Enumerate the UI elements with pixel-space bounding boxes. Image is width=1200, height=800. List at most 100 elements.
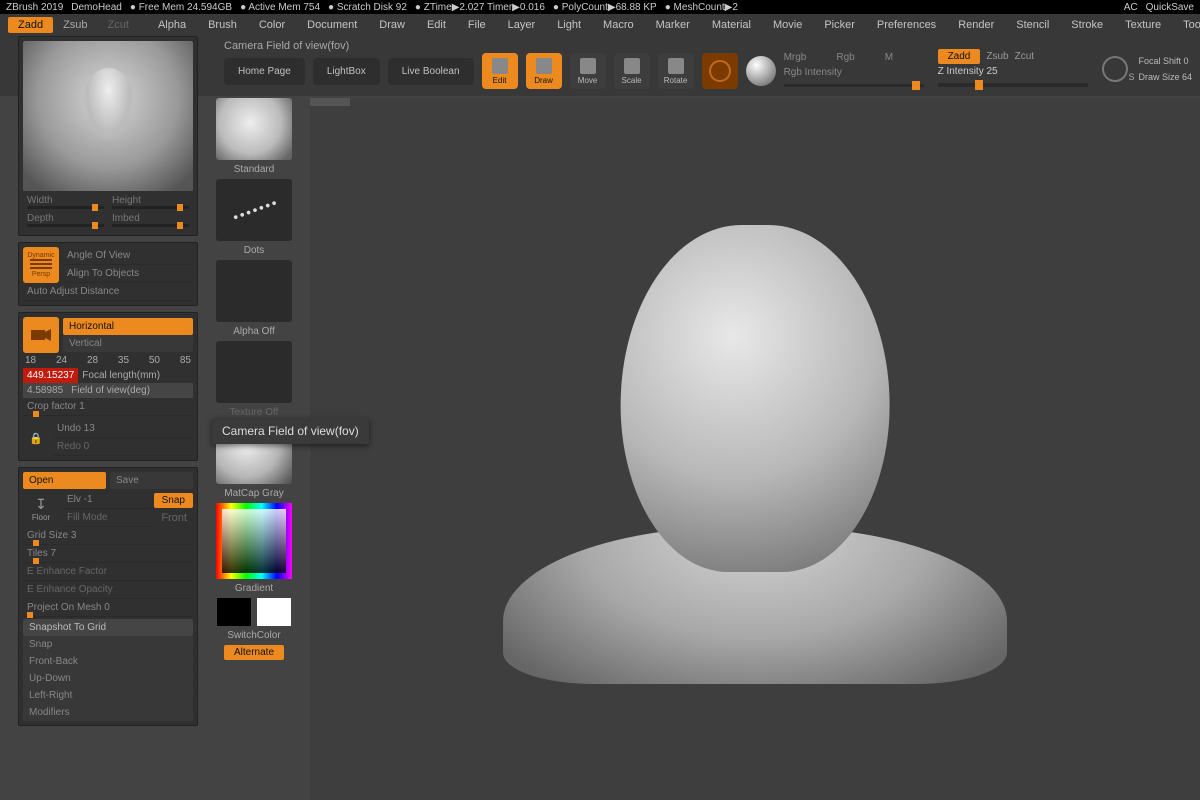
scale-button[interactable]: Scale	[614, 53, 650, 89]
horizontal-button[interactable]: Horizontal	[63, 318, 193, 335]
menu-picker[interactable]: Picker	[815, 16, 864, 34]
floor-button[interactable]: ↧ Floor	[23, 496, 59, 522]
swatch-white[interactable]	[257, 598, 291, 626]
texture-tile[interactable]	[216, 341, 292, 403]
open-button[interactable]: Open	[23, 472, 106, 489]
focal-length-field[interactable]: 449.15237 Focal length(mm)	[23, 368, 193, 383]
up-down-button[interactable]: Up-Down	[23, 670, 193, 687]
menu-preferences[interactable]: Preferences	[868, 16, 945, 34]
menu-marker[interactable]: Marker	[647, 16, 699, 34]
menu-texture[interactable]: Texture	[1116, 16, 1170, 34]
edit-button[interactable]: Edit	[482, 53, 518, 89]
alternate-button[interactable]: Alternate	[224, 645, 284, 660]
gridsize-slider[interactable]: Grid Size 3	[23, 527, 193, 545]
viewport[interactable]	[310, 98, 1200, 800]
rotate-button[interactable]: Rotate	[658, 53, 694, 89]
menu-tool[interactable]: Tool	[1174, 16, 1200, 34]
zsub-toggle[interactable]: Zsub	[986, 51, 1008, 62]
z-intensity-slider[interactable]	[938, 83, 1088, 87]
snapshot-to-grid-button[interactable]: Snapshot To Grid	[23, 619, 193, 636]
focal-24[interactable]: 24	[56, 355, 67, 366]
brush-tile[interactable]	[216, 98, 292, 160]
menu-color[interactable]: Color	[250, 16, 294, 34]
mrgb-button[interactable]: Mrgb	[784, 52, 807, 63]
vertical-button[interactable]: Vertical	[63, 335, 193, 352]
material-ball-icon[interactable]	[746, 56, 776, 86]
liveboolean-button[interactable]: Live Boolean	[388, 58, 474, 85]
elv-slider[interactable]: Elv -1	[63, 491, 150, 509]
imbed-slider[interactable]: Imbed	[112, 213, 189, 227]
snap2-button[interactable]: Snap	[23, 636, 193, 653]
history-bar[interactable]	[310, 98, 350, 106]
menu-stencil[interactable]: Stencil	[1007, 16, 1058, 34]
angle-of-view-slider[interactable]: Angle Of View	[63, 247, 193, 265]
m-button[interactable]: M	[885, 52, 893, 63]
menu-layer[interactable]: Layer	[499, 16, 545, 34]
tiles-slider[interactable]: Tiles 7	[23, 545, 193, 563]
draw-button[interactable]: Draw	[526, 53, 562, 89]
focal-shift-label[interactable]: Focal Shift 0	[1138, 56, 1192, 66]
lock-icon[interactable]: 🔒	[23, 428, 49, 448]
zcut-button[interactable]: Zcut	[98, 17, 139, 33]
menu-light[interactable]: Light	[548, 16, 590, 34]
menu-material[interactable]: Material	[703, 16, 760, 34]
cursor-size-icon[interactable]	[1102, 56, 1128, 82]
left-right-button[interactable]: Left-Right	[23, 687, 193, 704]
rgb-intensity-slider[interactable]	[784, 84, 924, 87]
zadd-toggle[interactable]: Zadd	[938, 49, 981, 64]
menu-alpha[interactable]: Alpha	[149, 16, 195, 34]
fillmode-slider[interactable]: Fill Mode	[63, 509, 151, 527]
focal-35[interactable]: 35	[118, 355, 129, 366]
front-button[interactable]: Front	[155, 510, 193, 526]
focal-50[interactable]: 50	[149, 355, 160, 366]
fov-field[interactable]: 4.58985 Field of view(deg)	[23, 383, 193, 398]
width-slider[interactable]: Width	[27, 195, 104, 209]
color-picker[interactable]	[216, 503, 292, 579]
menu-file[interactable]: File	[459, 16, 495, 34]
lightbox-button[interactable]: LightBox	[313, 58, 380, 85]
menu-edit[interactable]: Edit	[418, 16, 455, 34]
dynamic-persp-button[interactable]: DynamicPersp	[23, 247, 59, 283]
e-enhance-opacity-slider[interactable]: E Enhance Opacity	[23, 581, 193, 599]
crop-factor-slider[interactable]: Crop factor 1	[23, 398, 193, 416]
front-back-button[interactable]: Front-Back	[23, 653, 193, 670]
homepage-button[interactable]: Home Page	[224, 58, 305, 85]
tool-thumbnail[interactable]	[23, 41, 193, 191]
redo-button[interactable]: Redo 0	[53, 438, 193, 456]
move-button[interactable]: Move	[570, 53, 606, 89]
switchcolor-button[interactable]: SwitchColor	[227, 630, 280, 641]
undo-button[interactable]: Undo 13	[53, 420, 193, 438]
menu-render[interactable]: Render	[949, 16, 1003, 34]
stroke-tile[interactable]	[216, 179, 292, 241]
snap-button[interactable]: Snap	[154, 493, 193, 508]
alpha-tile[interactable]	[216, 260, 292, 322]
menu-brush[interactable]: Brush	[199, 16, 246, 34]
swatch-black[interactable]	[217, 598, 251, 626]
fov-value[interactable]: 4.58985	[23, 383, 67, 398]
rgb-button[interactable]: Rgb	[836, 52, 854, 63]
menu-stroke[interactable]: Stroke	[1062, 16, 1112, 34]
project-on-mesh-slider[interactable]: Project On Mesh 0	[23, 599, 193, 617]
menu-movie[interactable]: Movie	[764, 16, 811, 34]
zcut-toggle[interactable]: Zcut	[1015, 51, 1034, 62]
menu-document[interactable]: Document	[298, 16, 366, 34]
depth-slider[interactable]: Depth	[27, 213, 104, 227]
zadd-button[interactable]: Zadd	[8, 17, 53, 33]
focal-length-value[interactable]: 449.15237	[23, 368, 78, 383]
camera-icon-button[interactable]	[23, 317, 59, 353]
gizmo-button[interactable]	[702, 53, 738, 89]
focal-28[interactable]: 28	[87, 355, 98, 366]
save-button[interactable]: Save	[110, 472, 193, 489]
quicksave-button[interactable]: QuickSave	[1146, 2, 1194, 13]
focal-18[interactable]: 18	[25, 355, 36, 366]
auto-adjust-distance-button[interactable]: Auto Adjust Distance	[23, 283, 193, 301]
draw-size-label[interactable]: Draw Size 64	[1138, 72, 1192, 82]
zsub-button[interactable]: Zsub	[53, 17, 97, 33]
align-to-objects-button[interactable]: Align To Objects	[63, 265, 193, 283]
modifiers-button[interactable]: Modifiers	[23, 704, 193, 721]
menu-draw[interactable]: Draw	[370, 16, 414, 34]
focal-85[interactable]: 85	[180, 355, 191, 366]
e-enhance-factor-slider[interactable]: E Enhance Factor	[23, 563, 193, 581]
height-slider[interactable]: Height	[112, 195, 189, 209]
menu-macro[interactable]: Macro	[594, 16, 643, 34]
